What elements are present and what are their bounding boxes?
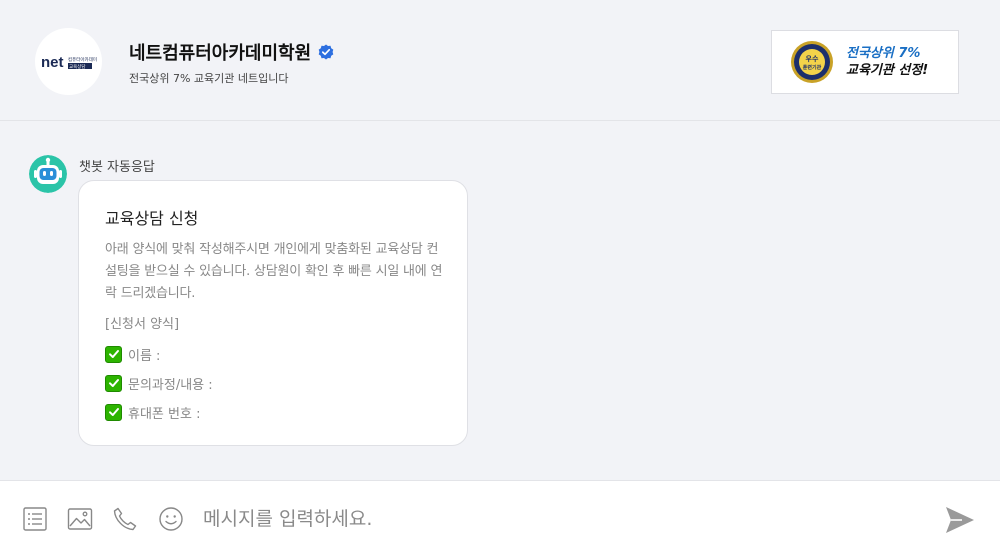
form-field-row: 이름 : bbox=[105, 343, 443, 365]
checkmark-icon bbox=[105, 403, 122, 421]
org-logo[interactable]: net 컴퓨터아카데미 교육상담 bbox=[35, 28, 102, 95]
phone-icon[interactable] bbox=[112, 506, 138, 532]
award-seal-icon: 우수 훈련기관 bbox=[791, 41, 833, 83]
award-line2: 교육기관 선정! bbox=[846, 63, 929, 78]
org-name-row: 네트컴퓨터아카데미학원 bbox=[129, 39, 334, 65]
net-logo-icon: net 컴퓨터아카데미 교육상담 bbox=[41, 54, 97, 71]
award-text: 전국상위 7% 교육기관 선정! bbox=[846, 45, 928, 79]
menu-list-icon[interactable] bbox=[22, 506, 48, 532]
form-field-label: 휴대폰 번호 : bbox=[128, 406, 201, 422]
chat-header: net 컴퓨터아카데미 교육상담 네트컴퓨터아카데미학원 전국상위 7% 교육기… bbox=[0, 0, 1000, 121]
award-banner[interactable]: 우수 훈련기관 전국상위 7% 교육기관 선정! bbox=[771, 30, 959, 94]
award-line1: 전국상위 7% bbox=[846, 46, 921, 61]
form-label: [신청서 양식] bbox=[105, 317, 180, 332]
logo-sub-line1: 컴퓨터아카데미 bbox=[68, 56, 97, 63]
message-title: 교육상담 신청 bbox=[105, 209, 199, 228]
chat-message-bubble: 교육상담 신청 아래 양식에 맞춰 작성해주시면 개인에게 맞춤화된 교육상담 … bbox=[78, 180, 468, 446]
send-icon[interactable] bbox=[944, 504, 976, 536]
checkmark-icon bbox=[105, 374, 122, 392]
message-body: 아래 양식에 맞춰 작성해주시면 개인에게 맞춤화된 교육상담 컨설팅을 받으실… bbox=[105, 242, 443, 301]
org-name: 네트컴퓨터아카데미학원 bbox=[129, 43, 312, 64]
logo-sub-line2: 교육상담 bbox=[69, 62, 86, 69]
form-field-row: 문의과정/내용 : bbox=[105, 372, 443, 394]
message-input[interactable] bbox=[203, 503, 903, 535]
seal-line2: 훈련기관 bbox=[803, 64, 822, 71]
form-field-label: 문의과정/내용 : bbox=[128, 377, 213, 393]
org-subtitle: 전국상위 7% 교육기관 네트입니다 bbox=[129, 72, 289, 85]
bot-name: 챗봇 자동응답 bbox=[79, 160, 155, 175]
form-field-label: 이름 : bbox=[128, 348, 161, 364]
robot-icon bbox=[29, 155, 67, 193]
logo-text: net bbox=[41, 54, 64, 71]
form-field-row: 휴대폰 번호 : bbox=[105, 401, 443, 423]
image-icon[interactable] bbox=[67, 506, 93, 532]
bot-avatar[interactable] bbox=[29, 155, 67, 193]
checkmark-icon bbox=[105, 345, 122, 363]
emoji-icon[interactable] bbox=[158, 506, 184, 532]
seal-line1: 우수 bbox=[806, 54, 819, 63]
verified-badge-icon bbox=[318, 44, 334, 60]
message-input-bar bbox=[0, 480, 1000, 556]
